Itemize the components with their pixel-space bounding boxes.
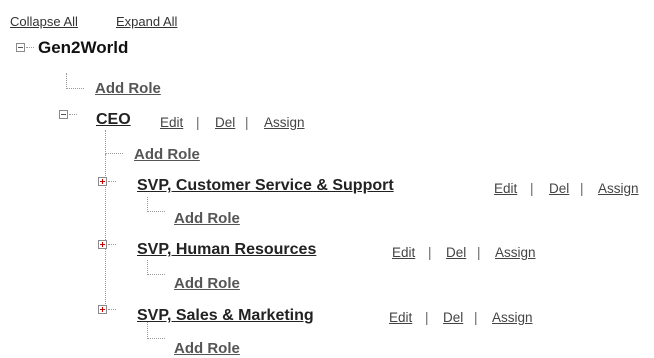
add-role-link[interactable]: Add Role (134, 146, 200, 163)
tree-connector (69, 114, 77, 115)
assign-link[interactable]: Assign (598, 181, 639, 196)
tree-connector (108, 181, 116, 182)
role-label-svp-human-resources[interactable]: SVP, Human Resources (137, 241, 316, 259)
tree-connector (66, 73, 67, 89)
expand-icon[interactable] (98, 305, 107, 314)
del-link[interactable]: Del (446, 245, 466, 260)
separator: | (425, 310, 429, 325)
collapse-all-link[interactable]: Collapse All (10, 14, 78, 29)
role-label-ceo[interactable]: CEO (96, 111, 131, 129)
separator: | (474, 310, 478, 325)
tree-connector (147, 197, 148, 212)
separator: | (580, 181, 584, 196)
add-role-link[interactable]: Add Role (174, 210, 240, 227)
collapse-icon[interactable] (16, 43, 25, 52)
assign-link[interactable]: Assign (495, 245, 536, 260)
tree-connector (147, 260, 148, 275)
assign-link[interactable]: Assign (264, 115, 305, 130)
tree-connector (147, 274, 165, 275)
del-link[interactable]: Del (549, 181, 569, 196)
separator: | (428, 245, 432, 260)
separator: | (196, 115, 200, 130)
tree-connector (147, 338, 165, 339)
edit-link[interactable]: Edit (389, 310, 412, 325)
edit-link[interactable]: Edit (392, 245, 415, 260)
tree-connector (108, 309, 116, 310)
expand-icon[interactable] (98, 240, 107, 249)
tree-connector (26, 47, 34, 48)
root-node-label: Gen2World (38, 38, 129, 57)
expand-icon[interactable] (98, 177, 107, 186)
add-role-link[interactable]: Add Role (174, 275, 240, 292)
tree-connector (147, 211, 165, 212)
edit-link[interactable]: Edit (160, 115, 183, 130)
role-label-svp-customer-service[interactable]: SVP, Customer Service & Support (137, 177, 394, 195)
tree-connector (108, 244, 116, 245)
expand-all-link[interactable]: Expand All (116, 14, 177, 29)
assign-link[interactable]: Assign (492, 310, 533, 325)
del-link[interactable]: Del (443, 310, 463, 325)
role-label-svp-sales-marketing[interactable]: SVP, Sales & Marketing (137, 307, 314, 325)
collapse-icon[interactable] (59, 110, 68, 119)
tree-connector (105, 153, 123, 154)
separator: | (245, 115, 249, 130)
tree-connector (105, 130, 106, 154)
separator: | (477, 245, 481, 260)
edit-link[interactable]: Edit (494, 181, 517, 196)
add-role-link[interactable]: Add Role (95, 80, 161, 97)
add-role-link[interactable]: Add Role (174, 340, 240, 357)
tree-connector (66, 88, 84, 89)
separator: | (530, 181, 534, 196)
del-link[interactable]: Del (215, 115, 235, 130)
